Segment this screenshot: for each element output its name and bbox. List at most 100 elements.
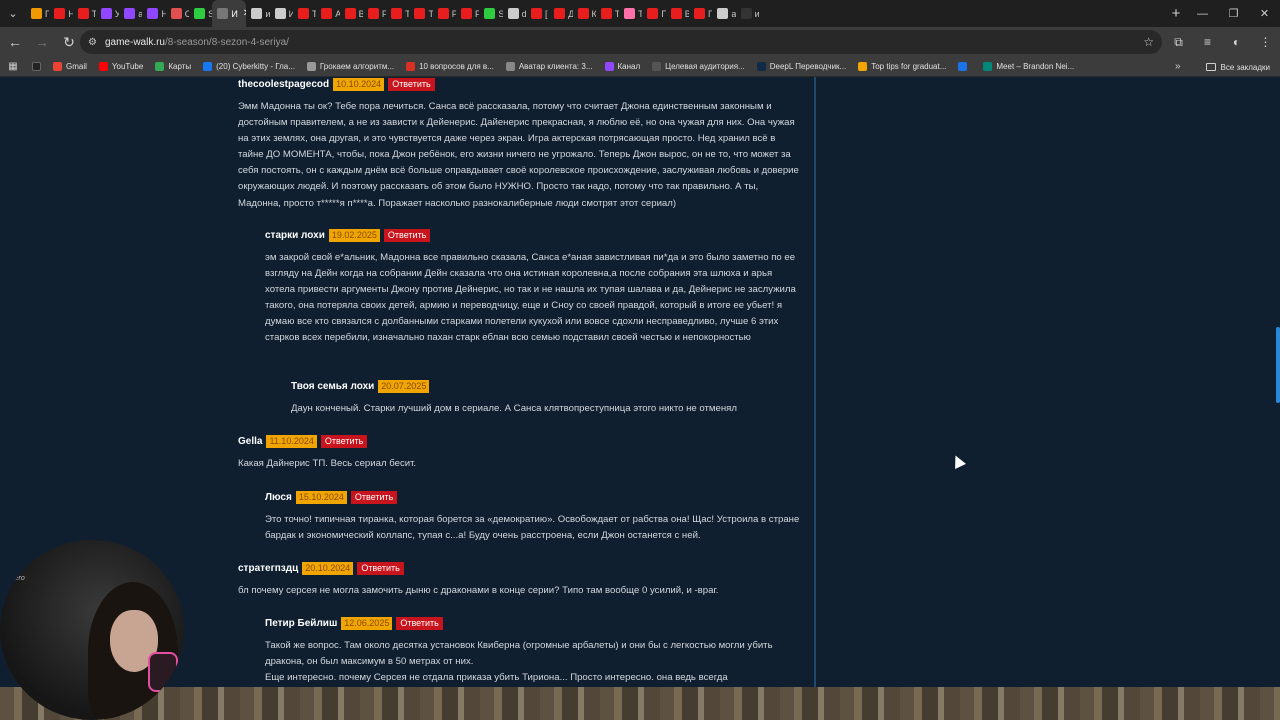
browser-tab[interactable]: S: [189, 0, 212, 27]
tab-search-chevron-icon[interactable]: ⌄: [0, 0, 26, 27]
comment: старки лохи 19.02.2025 Ответить эм закрой с…: [265, 228, 800, 347]
bookmark-label: YouTube: [111, 62, 144, 71]
browser-tab[interactable]: и: [736, 0, 759, 27]
page-icon: [484, 8, 496, 19]
browser-tab[interactable]: Т: [293, 0, 316, 27]
tab-title: и: [754, 8, 759, 19]
browser-tab[interactable]: а: [119, 0, 142, 27]
browser-tab[interactable]: d: [503, 0, 526, 27]
bookmark-item[interactable]: Meet – Brandon Nei...: [977, 57, 1080, 77]
reply-button[interactable]: Ответить: [350, 490, 398, 504]
bookmark-item[interactable]: Gmail: [47, 57, 93, 77]
browser-tab[interactable]: Т: [596, 0, 619, 27]
bookmark-star-icon[interactable]: ☆: [1143, 35, 1154, 49]
reply-button[interactable]: Ответить: [383, 228, 431, 242]
comment-author[interactable]: Gella: [238, 436, 262, 447]
browser-tab[interactable]: F: [456, 0, 479, 27]
browser-tab[interactable]: Г: [689, 0, 712, 27]
reload-icon[interactable]: ↻: [57, 30, 81, 54]
reply-button[interactable]: Ответить: [396, 616, 443, 630]
browser-tab[interactable]: И: [270, 0, 293, 27]
minimize-icon[interactable]: —: [1187, 8, 1218, 20]
comment: стратегпздц 20.10.2024 Ответить бл почему с…: [238, 561, 800, 599]
bookmark-item[interactable]: [952, 57, 977, 77]
bookmark-ecs[interactable]: [26, 57, 47, 77]
scrollbar-thumb[interactable]: [1276, 327, 1280, 403]
bookmark-favicon-icon: [756, 62, 766, 71]
comment-header: thecoolestpagecod 10.10.2024 Ответить: [238, 77, 800, 91]
browser-tab[interactable]: К: [573, 0, 596, 27]
bookmark-favicon-icon: [155, 62, 165, 71]
browser-tab[interactable]: А: [316, 0, 340, 27]
bookmark-item[interactable]: Целевая аудитория...: [646, 57, 751, 77]
reply-button[interactable]: Ответить: [388, 77, 435, 91]
comment-author[interactable]: thecoolestpagecod: [238, 79, 329, 90]
bookmark-item[interactable]: 10 вопросов для в...: [400, 57, 500, 77]
browser-tab[interactable]: В: [666, 0, 689, 27]
browser-tab[interactable]: Т: [73, 0, 96, 27]
bookmark-favicon-icon: [306, 62, 316, 71]
close-window-icon[interactable]: ✕: [1249, 7, 1280, 20]
address-bar[interactable]: ⚙ game-walk.ru/8-season/8-sezon-4-seriya…: [80, 30, 1162, 54]
bookmark-favicon-icon: [652, 62, 662, 71]
bookmark-label: (20) Cyberkitty - Гла...: [216, 62, 295, 71]
bookmark-item[interactable]: DeepL Переводчик...: [751, 57, 853, 77]
bookmark-item[interactable]: (20) Cyberkitty - Гла...: [197, 57, 301, 77]
media-controls-icon[interactable]: ≡: [1193, 35, 1222, 49]
comment: Твоя семья лохи 20.07.2025 Даун конченый. …: [291, 379, 800, 417]
all-bookmarks-button[interactable]: Все закладки: [1205, 57, 1270, 77]
browser-tab[interactable]: F: [363, 0, 386, 27]
comment-author[interactable]: старки лохи: [265, 230, 325, 241]
reply-button[interactable]: Ответить: [320, 434, 368, 448]
comment-author[interactable]: стратегпздц: [238, 563, 298, 574]
bookmark-item[interactable]: Грокаем алгоритм...: [301, 57, 400, 77]
comment-text: Даун конченый. Старки лучший дом в сериа…: [291, 403, 737, 414]
browser-tab[interactable]: S: [479, 0, 503, 27]
new-tab-button[interactable]: +: [1165, 5, 1187, 22]
browser-tab[interactable]: Г: [642, 0, 666, 27]
back-arrow-icon[interactable]: ←: [3, 30, 27, 54]
restore-icon[interactable]: ❐: [1218, 7, 1249, 20]
apps-grid-icon[interactable]: ▦: [0, 61, 26, 72]
comment: thecoolestpagecod 10.10.2024 Ответить Эмм М…: [238, 77, 800, 212]
bookmark-item[interactable]: Top tips for graduat...: [852, 57, 952, 77]
bookmark-item[interactable]: Карты: [149, 57, 197, 77]
bookmark-favicon-icon: [203, 62, 213, 71]
bookmarks-overflow-icon[interactable]: »: [1175, 61, 1181, 72]
bookmark-item[interactable]: Аватар клиента: 3...: [500, 57, 599, 77]
comment-date: 15.10.2024: [295, 490, 347, 504]
browser-tab[interactable]: Д: [549, 0, 573, 27]
browser-tab[interactable]: а: [712, 0, 736, 27]
comment-author[interactable]: Люся: [265, 492, 292, 503]
browser-tab[interactable]: У: [96, 0, 119, 27]
reply-button[interactable]: Ответить: [357, 561, 404, 575]
profile-avatar-icon[interactable]: ◐: [1222, 35, 1251, 49]
page-icon: [740, 8, 752, 19]
browser-tab[interactable]: П: [26, 0, 49, 27]
browser-tab[interactable]: Н: [49, 0, 73, 27]
extensions-icon[interactable]: ⧉: [1164, 35, 1193, 50]
bookmark-item[interactable]: YouTube: [93, 57, 149, 77]
site-info-icon[interactable]: ⚙: [88, 37, 97, 48]
comment-date: 10.10.2024: [333, 77, 385, 91]
browser-tab[interactable]: В: [340, 0, 363, 27]
youtube-icon: [344, 8, 356, 19]
browser-tab[interactable]: Т: [619, 0, 642, 27]
comment-date: 20.07.2025: [378, 379, 430, 393]
browser-tab[interactable]: Т: [386, 0, 409, 27]
forward-arrow-icon[interactable]: →: [30, 30, 54, 54]
browser-tab[interactable]: Т: [409, 0, 433, 27]
browser-tab[interactable]: и: [246, 0, 270, 27]
browser-tab[interactable]: Н: [142, 0, 166, 27]
menu-kebab-icon[interactable]: ⋮: [1251, 35, 1280, 49]
browser-tab[interactable]: Р: [433, 0, 456, 27]
comment-author[interactable]: Петир Бейлиш: [265, 618, 337, 629]
youtube-icon: [77, 8, 89, 19]
browser-tab[interactable]: С: [166, 0, 189, 27]
window-controls: — ❐ ✕: [1187, 0, 1280, 27]
bookmark-item[interactable]: Канал: [599, 57, 647, 77]
tab-list: ПНТУаНСSИ✕иИТАВFТТРFSd[ДКТТГВГаи: [26, 0, 1165, 27]
browser-tab[interactable]: И✕: [212, 0, 247, 27]
comment-author[interactable]: Твоя семья лохи: [291, 381, 374, 392]
browser-tab[interactable]: [: [526, 0, 549, 27]
